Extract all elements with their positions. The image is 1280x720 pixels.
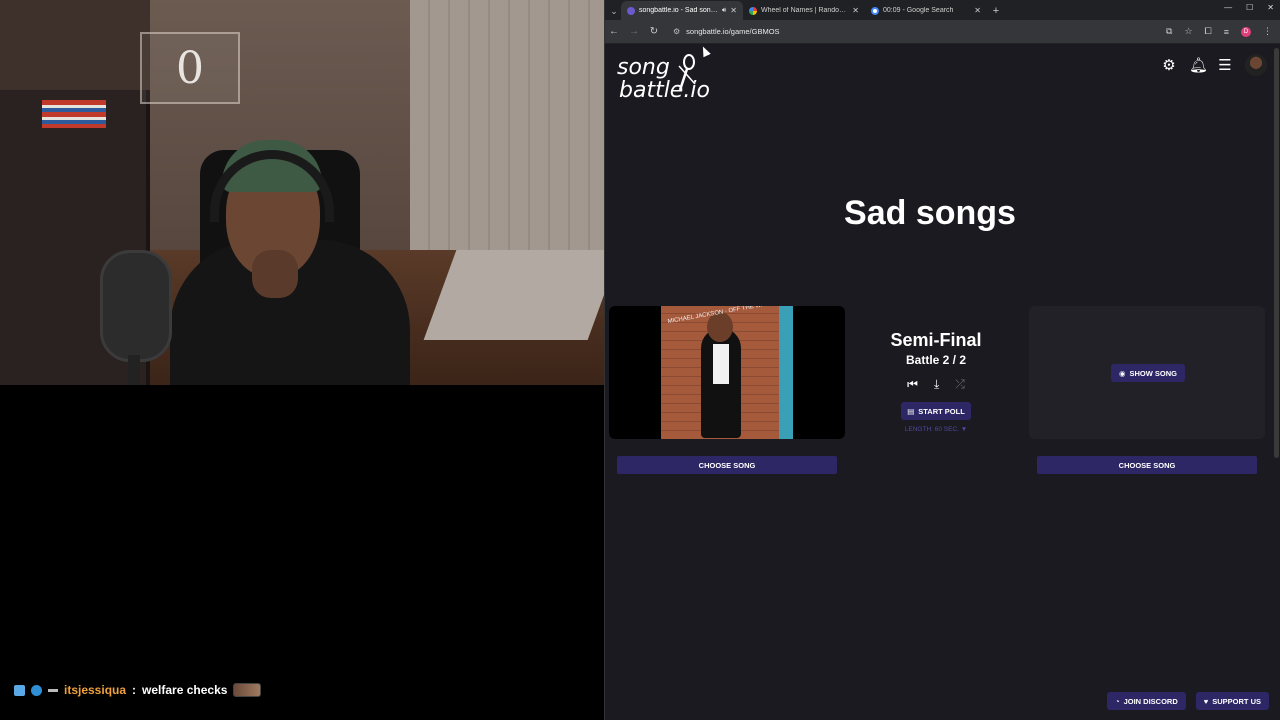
extensions-icon[interactable]: ⧠	[1205, 26, 1212, 37]
back-icon[interactable]: ←	[609, 26, 619, 37]
songbattle-favicon-icon	[627, 6, 635, 15]
browser-window: ⌄ songbattle.io - Sad songs 🔊︎ ✕ Wheel o…	[604, 0, 1280, 720]
support-us-button[interactable]: ♥ SUPPORT US	[1195, 692, 1269, 710]
page-title: Sad songs	[844, 194, 1016, 232]
discord-icon: ◔	[1115, 696, 1120, 706]
battle-counter: Battle 2 / 2	[905, 353, 967, 367]
media-control-icon[interactable]: ≡	[1224, 27, 1229, 37]
top-nav-icons: ⚙ 🔔︎ ☰	[1161, 54, 1267, 76]
books	[42, 100, 106, 128]
google-favicon-icon	[871, 6, 879, 15]
join-discord-label: JOIN DISCORD	[1123, 696, 1178, 706]
badge-icon	[14, 684, 25, 696]
chat-message-row: itsjessiqua : welfare checks	[14, 683, 262, 697]
chat-message: welfare checks	[142, 683, 228, 697]
heart-icon: ♥	[1203, 696, 1209, 706]
eye-icon: ◉	[1118, 368, 1126, 378]
start-poll-label: START POLL	[918, 406, 965, 416]
speaker-icon[interactable]: 🔊︎	[722, 7, 726, 15]
show-song-label: SHOW SONG	[1129, 368, 1178, 378]
bell-icon[interactable]: 🔔︎	[1189, 56, 1208, 74]
tab-search-icon[interactable]: ⌄	[607, 2, 621, 20]
wheel-favicon-icon	[749, 6, 757, 15]
footer-buttons: ◔ JOIN DISCORD ♥ SUPPORT US	[1107, 692, 1269, 710]
close-icon[interactable]: ✕	[974, 6, 981, 15]
close-icon[interactable]: ✕	[852, 6, 859, 15]
poll-icon: ▤	[907, 406, 915, 416]
tab-title: 00:09 - Google Search	[883, 7, 954, 14]
chat-separator: :	[132, 683, 137, 697]
close-icon[interactable]: ✕	[730, 6, 737, 15]
emote-icon	[233, 683, 262, 697]
avatar[interactable]	[1245, 54, 1267, 76]
album-cover-stripe	[779, 306, 793, 439]
album-shirt	[713, 344, 729, 384]
webcam-feed: 0	[0, 0, 604, 385]
shuffle-icon[interactable]: ⤮	[955, 377, 965, 392]
site-info-icon[interactable]: ⚙	[673, 27, 680, 36]
chat-overlay: itsjessiqua : welfare checks	[0, 385, 604, 720]
streamer-hand	[252, 250, 298, 298]
previous-icon[interactable]: ⏮	[907, 377, 918, 392]
battle-controls: ⏮ ⤓ ⤮	[861, 377, 1011, 392]
reload-icon[interactable]: ↻	[649, 26, 659, 37]
browser-menu-icon[interactable]: ⋮	[1263, 26, 1272, 37]
tab-songbattle[interactable]: songbattle.io - Sad songs 🔊︎ ✕	[621, 1, 743, 20]
tab-title: Wheel of Names | Random na	[761, 7, 849, 14]
tab-title: songbattle.io - Sad songs	[639, 7, 718, 14]
microphone	[100, 250, 172, 362]
round-name: Semi-Final	[890, 330, 982, 350]
badge-icon	[31, 684, 42, 696]
site-logo[interactable]: song battle.io	[617, 54, 710, 102]
hamburger-icon[interactable]: ☰	[1217, 56, 1233, 74]
forward-icon[interactable]: →	[629, 26, 639, 37]
gear-icon[interactable]: ⚙	[1161, 56, 1177, 74]
scrollbar[interactable]	[1274, 48, 1279, 458]
badge-icon	[48, 688, 58, 692]
maximize-icon[interactable]: ☐	[1246, 3, 1253, 12]
choose-song-left-button[interactable]: CHOOSE SONG	[617, 456, 837, 474]
download-icon[interactable]: ⤓	[934, 377, 939, 392]
show-song-button[interactable]: ◉ SHOW SONG	[1111, 364, 1185, 382]
window-controls: — ☐ ✕	[1224, 3, 1274, 12]
support-us-label: SUPPORT US	[1212, 696, 1261, 706]
length-select[interactable]: LENGTH: 60 SEC. ▼	[861, 426, 1011, 433]
address-bar: ← → ↻ ⚙ songbattle.io/game/GBMOS ⧉ ☆ ⧠ ≡…	[605, 20, 1280, 44]
songbattle-page: song battle.io ⚙ 🔔︎ ☰ Sad songs MICHAEL …	[605, 44, 1280, 720]
mic-stand	[128, 355, 140, 385]
wall-panel	[410, 0, 604, 250]
rug	[423, 250, 604, 340]
new-tab-icon[interactable]: +	[987, 5, 1005, 17]
bookmark-star-icon[interactable]: ☆	[1184, 26, 1192, 37]
tab-wheel-of-names[interactable]: Wheel of Names | Random na ✕	[743, 1, 865, 20]
song-card-left[interactable]: MICHAEL JACKSON · OFF THE WALL	[609, 306, 845, 439]
song-card-right[interactable]: ◉ SHOW SONG	[1029, 306, 1265, 439]
album-cover: MICHAEL JACKSON · OFF THE WALL	[661, 306, 793, 439]
choose-song-right-button[interactable]: CHOOSE SONG	[1037, 456, 1257, 474]
tab-google-search[interactable]: 00:09 - Google Search ✕	[865, 1, 987, 20]
window-close-icon[interactable]: ✕	[1267, 3, 1274, 12]
tab-bar: ⌄ songbattle.io - Sad songs 🔊︎ ✕ Wheel o…	[605, 0, 1280, 20]
start-poll-button[interactable]: ▤ START POLL	[901, 402, 971, 420]
chat-username: itsjessiqua	[64, 683, 127, 697]
toolbar-icons: ⧉ ☆ ⧠ ≡ D ⋮	[1166, 26, 1276, 37]
url-field[interactable]: ⚙ songbattle.io/game/GBMOS	[669, 22, 1157, 41]
join-discord-button[interactable]: ◔ JOIN DISCORD	[1107, 692, 1186, 710]
wall-frame: 0	[140, 32, 240, 104]
minimize-icon[interactable]: —	[1224, 3, 1232, 12]
microphone-icon	[678, 54, 696, 91]
battle-info: Semi-Final Battle 2 / 2 ⏮ ⤓ ⤮ ▤ START PO…	[861, 330, 1011, 433]
install-app-icon[interactable]: ⧉	[1166, 26, 1172, 37]
url-text: songbattle.io/game/GBMOS	[686, 27, 780, 36]
profile-avatar[interactable]: D	[1241, 26, 1251, 37]
